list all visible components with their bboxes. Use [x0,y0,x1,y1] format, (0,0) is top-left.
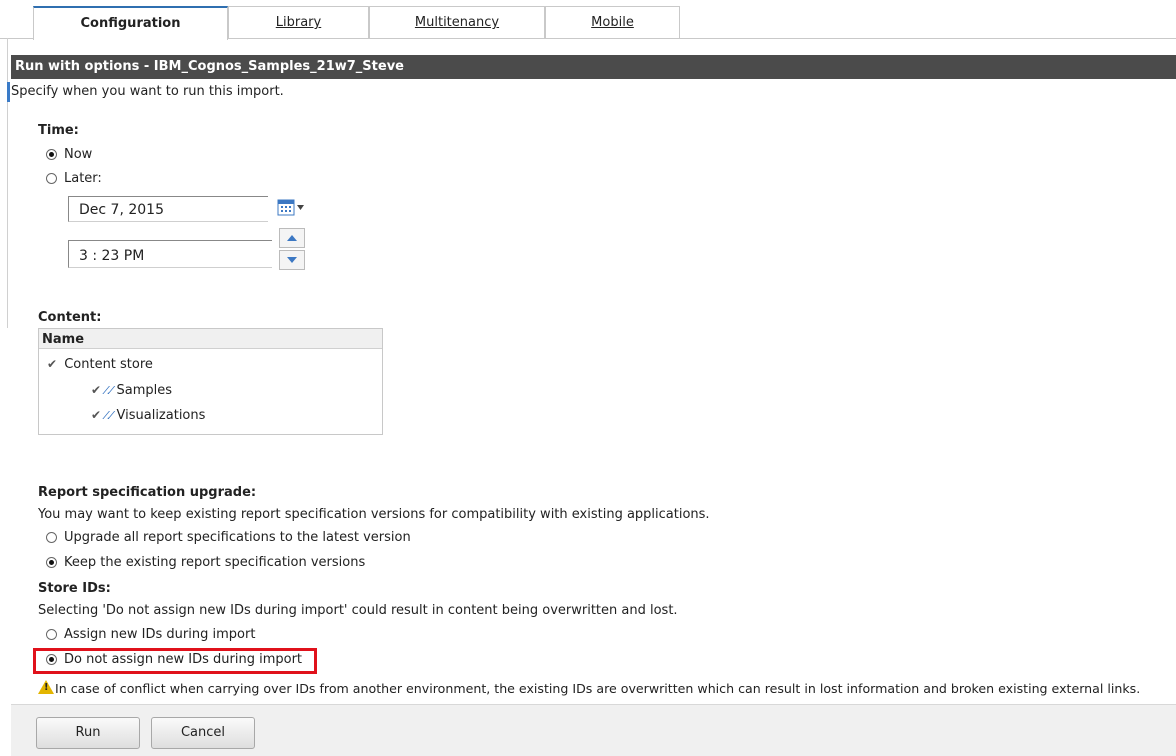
warning-text: In case of conflict when carrying over I… [55,681,1141,696]
content-tree-panel: Name ✔ Content store ✔ ⁄.⁄ Samples ✔ ⁄.⁄… [38,328,383,435]
assign-ids-label: Assign new IDs during import [64,627,256,642]
store-ids-description: Selecting 'Do not assign new IDs during … [38,603,678,618]
time-later-radio[interactable] [46,173,57,184]
run-button[interactable]: Run [36,717,140,749]
upgrade-specs-radio[interactable] [46,532,57,543]
keep-specs-radio[interactable] [46,557,57,568]
time-now-radio[interactable] [46,149,57,160]
left-rail-indicator [7,82,10,102]
tab-mobile[interactable]: Mobile [545,6,680,38]
date-input[interactable]: Dec 7, 2015 [68,196,268,222]
time-input[interactable]: 3 : 23 PM [68,240,272,268]
calendar-icon [277,199,304,216]
content-column-header: Name [39,329,382,349]
upgrade-specs-label: Upgrade all report specifications to the… [64,530,411,545]
store-ids-heading: Store IDs: [38,581,111,596]
tab-multitenancy[interactable]: Multitenancy [369,6,545,38]
tree-item-label: Content store [64,357,153,372]
tree-item-visualizations[interactable]: ✔ ⁄.⁄ Visualizations [91,408,205,423]
cancel-button[interactable]: Cancel [151,717,255,749]
time-spin-down[interactable] [279,250,305,270]
content-heading: Content: [38,310,102,325]
check-icon: ✔ [91,383,102,397]
pencil-icon: ⁄.⁄ [105,384,113,397]
time-later-label: Later: [64,171,102,186]
check-icon: ✔ [91,408,102,422]
time-heading: Time: [38,123,79,138]
tab-library[interactable]: Library [228,6,369,38]
tab-configuration[interactable]: Configuration [33,6,228,40]
tree-item-label: Visualizations [116,408,206,423]
arrow-up-icon [287,235,297,241]
tree-item-label: Samples [116,383,173,398]
time-now-label: Now [64,147,93,162]
assign-ids-radio[interactable] [46,629,57,640]
keep-specs-label: Keep the existing report specification v… [64,555,366,570]
tree-item-samples[interactable]: ✔ ⁄.⁄ Samples [91,383,172,398]
check-icon: ✔ [47,357,58,371]
highlight-box [33,648,317,674]
button-bar: Run Cancel [11,704,1176,756]
tab-bar: Configuration Library Multitenancy Mobil… [0,0,1176,40]
intro-text: Specify when you want to run this import… [11,84,284,99]
time-spin-up[interactable] [279,228,305,248]
report-spec-description: You may want to keep existing report spe… [38,507,710,522]
dialog-title: Run with options - IBM_Cognos_Samples_21… [11,55,1176,79]
report-spec-heading: Report specification upgrade: [38,485,257,500]
warning-icon [38,680,54,694]
pencil-icon: ⁄.⁄ [105,409,113,422]
calendar-button[interactable] [277,197,305,219]
tree-item-content-store[interactable]: ✔ Content store [47,357,153,372]
arrow-down-icon [287,257,297,263]
